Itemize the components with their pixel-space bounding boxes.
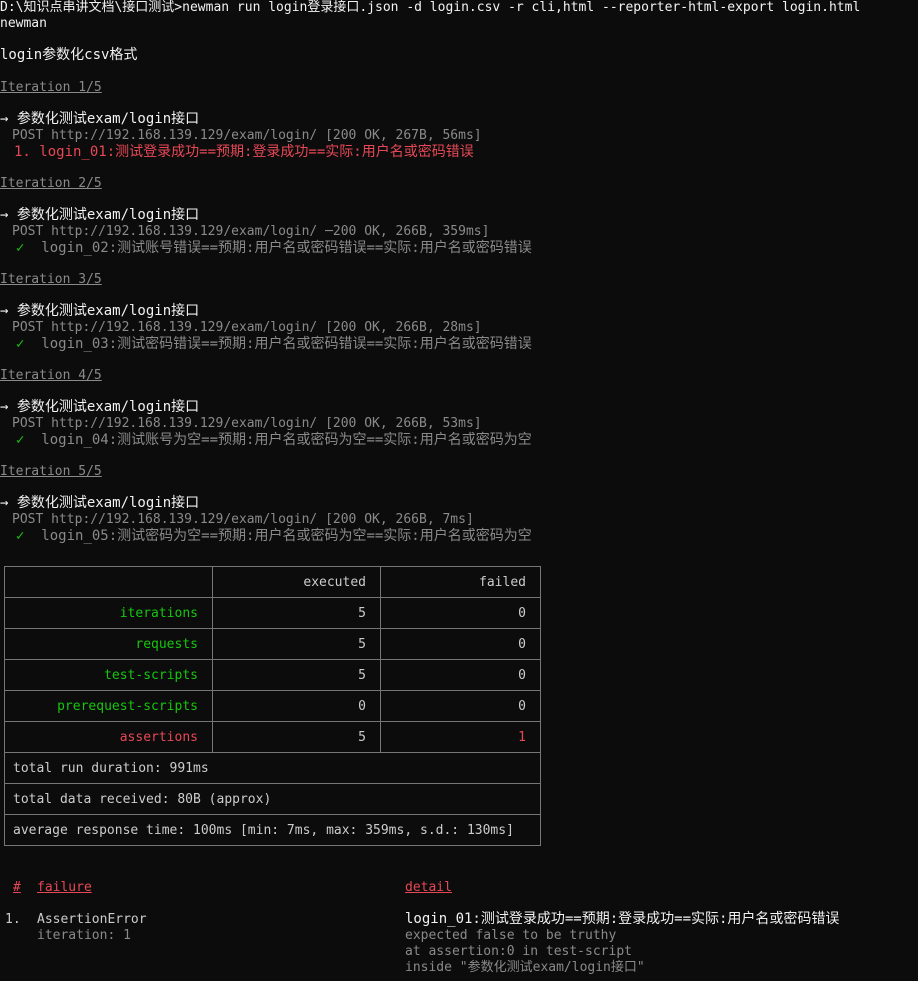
iteration-label: Iteration 3/5 <box>0 272 102 287</box>
table-row: assertions 5 1 <box>4 721 541 753</box>
request-name: → 参数化测试exam/login接口 <box>0 303 200 319</box>
row-label: requests <box>4 628 213 660</box>
failure-detail-line: inside "参数化测试exam/login接口" <box>405 960 645 975</box>
row-label: test-scripts <box>4 659 213 691</box>
app-name: newman <box>0 16 47 31</box>
total-data-received: total data received: 80B (approx) <box>4 783 541 815</box>
request-line: POST http://192.168.139.129/exam/login/ … <box>12 128 482 143</box>
request-name: → 参数化测试exam/login接口 <box>0 111 200 127</box>
arrow-icon: → <box>0 399 17 415</box>
iteration-label: Iteration 5/5 <box>0 464 102 479</box>
assertion-failed: 1. login_01:测试登录成功==预期:登录成功==实际:用户名或密码错误 <box>14 144 474 160</box>
failure-number: 1. <box>5 912 21 927</box>
assertion-passed: ✓ login_04:测试账号为空==预期:用户名或密码为空==实际:用户名或密… <box>16 432 532 448</box>
failed-cell: 0 <box>380 597 541 629</box>
command-line: D:\知识点串讲文档\接口测试>newman run login登录接口.jso… <box>0 0 861 15</box>
table-row: total run duration: 991ms <box>4 752 541 784</box>
table-row: requests 5 0 <box>4 628 541 660</box>
iteration-label: Iteration 1/5 <box>0 80 102 95</box>
executed-cell: 5 <box>212 659 381 691</box>
failure-detail-line: at assertion:0 in test-script <box>405 944 632 959</box>
failed-cell: 0 <box>380 690 541 722</box>
table-header-cell: failed <box>380 566 541 598</box>
table-header-cell <box>4 566 213 598</box>
arrow-icon: → <box>0 207 17 223</box>
executed-cell: 5 <box>212 628 381 660</box>
summary-table: executed failed iterations 5 0 requests … <box>4 566 541 846</box>
failures-num-header: # <box>13 880 21 895</box>
table-header-cell: executed <box>212 566 381 598</box>
executed-cell: 5 <box>212 597 381 629</box>
failure-error: AssertionError <box>37 912 147 927</box>
table-row: iterations 5 0 <box>4 597 541 629</box>
request-name: → 参数化测试exam/login接口 <box>0 495 200 511</box>
failures-failure-header: failure <box>37 880 92 895</box>
check-icon: ✓ <box>16 240 25 256</box>
iteration-label: Iteration 2/5 <box>0 176 102 191</box>
request-name: → 参数化测试exam/login接口 <box>0 399 200 415</box>
row-label: iterations <box>4 597 213 629</box>
iteration-label: Iteration 4/5 <box>0 368 102 383</box>
request-line: POST http://192.168.139.129/exam/login/ … <box>12 320 482 335</box>
collection-title: login参数化csv格式 <box>0 47 138 63</box>
assertion-passed: ✓ login_05:测试密码为空==预期:用户名或密码为空==实际:用户名或密… <box>16 528 532 544</box>
check-icon: ✓ <box>16 528 25 544</box>
row-label: assertions <box>4 721 213 753</box>
table-row: total data received: 80B (approx) <box>4 783 541 815</box>
executed-cell: 5 <box>212 721 381 753</box>
request-line: POST http://192.168.139.129/exam/login/ … <box>12 224 490 239</box>
request-name: → 参数化测试exam/login接口 <box>0 207 200 223</box>
request-line: POST http://192.168.139.129/exam/login/ … <box>12 512 474 527</box>
check-icon: ✓ <box>16 336 25 352</box>
table-row: prerequest-scripts 0 0 <box>4 690 541 722</box>
average-response-time: average response time: 100ms [min: 7ms, … <box>4 814 541 846</box>
arrow-icon: → <box>0 111 17 127</box>
total-run-duration: total run duration: 991ms <box>4 752 541 784</box>
failure-iteration: iteration: 1 <box>37 928 131 943</box>
failures-detail-header: detail <box>405 880 452 895</box>
arrow-icon: → <box>0 495 17 511</box>
failed-cell: 0 <box>380 659 541 691</box>
assertion-passed: ✓ login_03:测试密码错误==预期:用户名或密码错误==实际:用户名或密… <box>16 336 532 352</box>
failed-cell: 1 <box>380 721 541 753</box>
table-row: average response time: 100ms [min: 7ms, … <box>4 814 541 846</box>
table-row: test-scripts 5 0 <box>4 659 541 691</box>
row-label: prerequest-scripts <box>4 690 213 722</box>
assertion-passed: ✓ login_02:测试账号错误==预期:用户名或密码错误==实际:用户名或密… <box>16 240 532 256</box>
check-icon: ✓ <box>16 432 25 448</box>
failure-detail-title: login_01:测试登录成功==预期:登录成功==实际:用户名或密码错误 <box>405 911 840 927</box>
failed-cell: 0 <box>380 628 541 660</box>
failure-detail-line: expected false to be truthy <box>405 928 617 943</box>
arrow-icon: → <box>0 303 17 319</box>
request-line: POST http://192.168.139.129/exam/login/ … <box>12 416 482 431</box>
table-header-row: executed failed <box>4 566 541 598</box>
executed-cell: 0 <box>212 690 381 722</box>
